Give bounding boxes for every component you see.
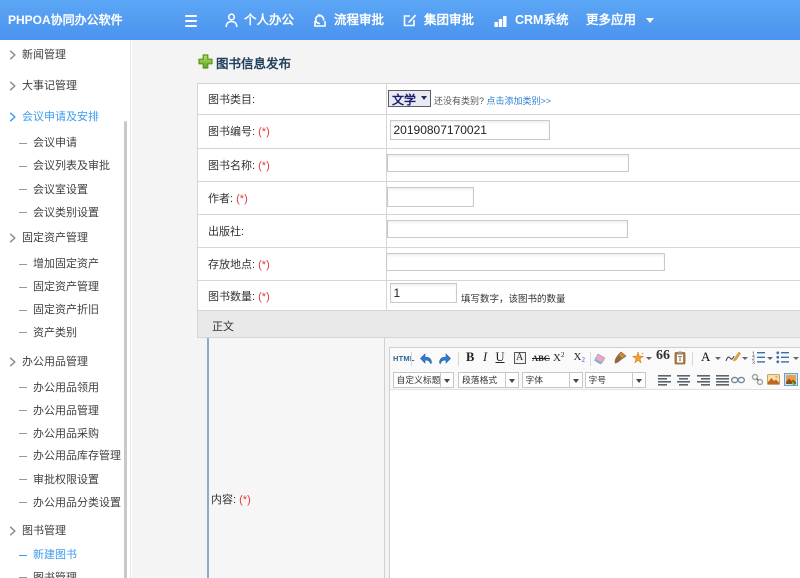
svg-text:3: 3: [752, 361, 755, 365]
svg-text:T: T: [678, 355, 683, 363]
